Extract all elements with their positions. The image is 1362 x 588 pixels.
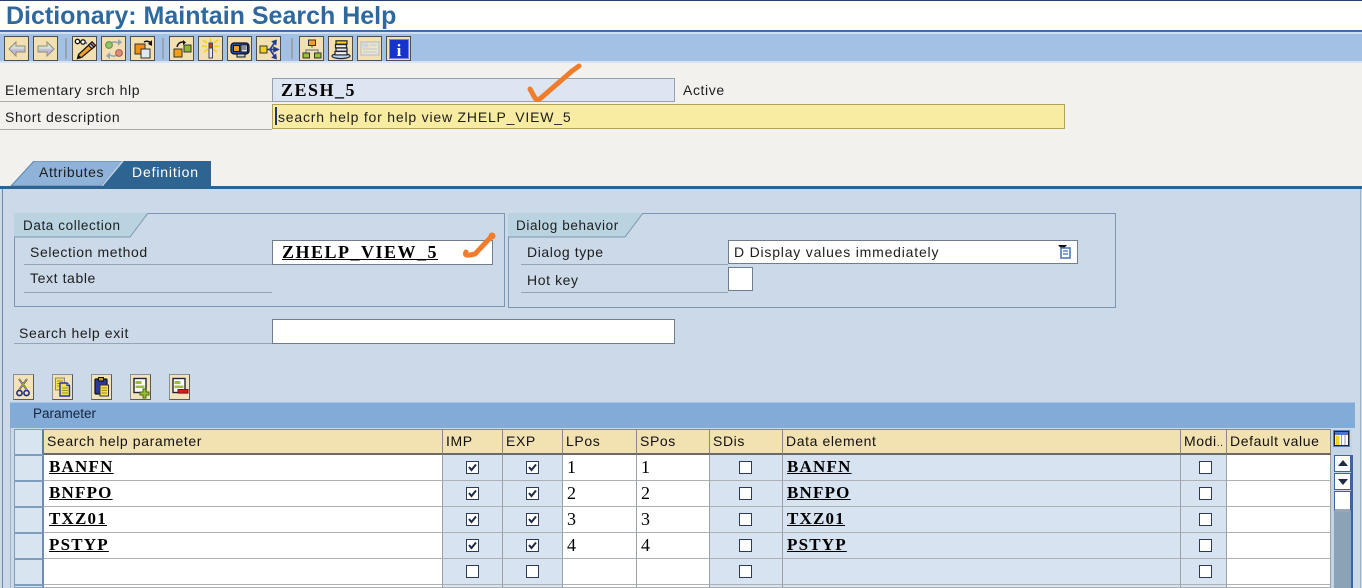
- svg-text:i: i: [397, 41, 402, 60]
